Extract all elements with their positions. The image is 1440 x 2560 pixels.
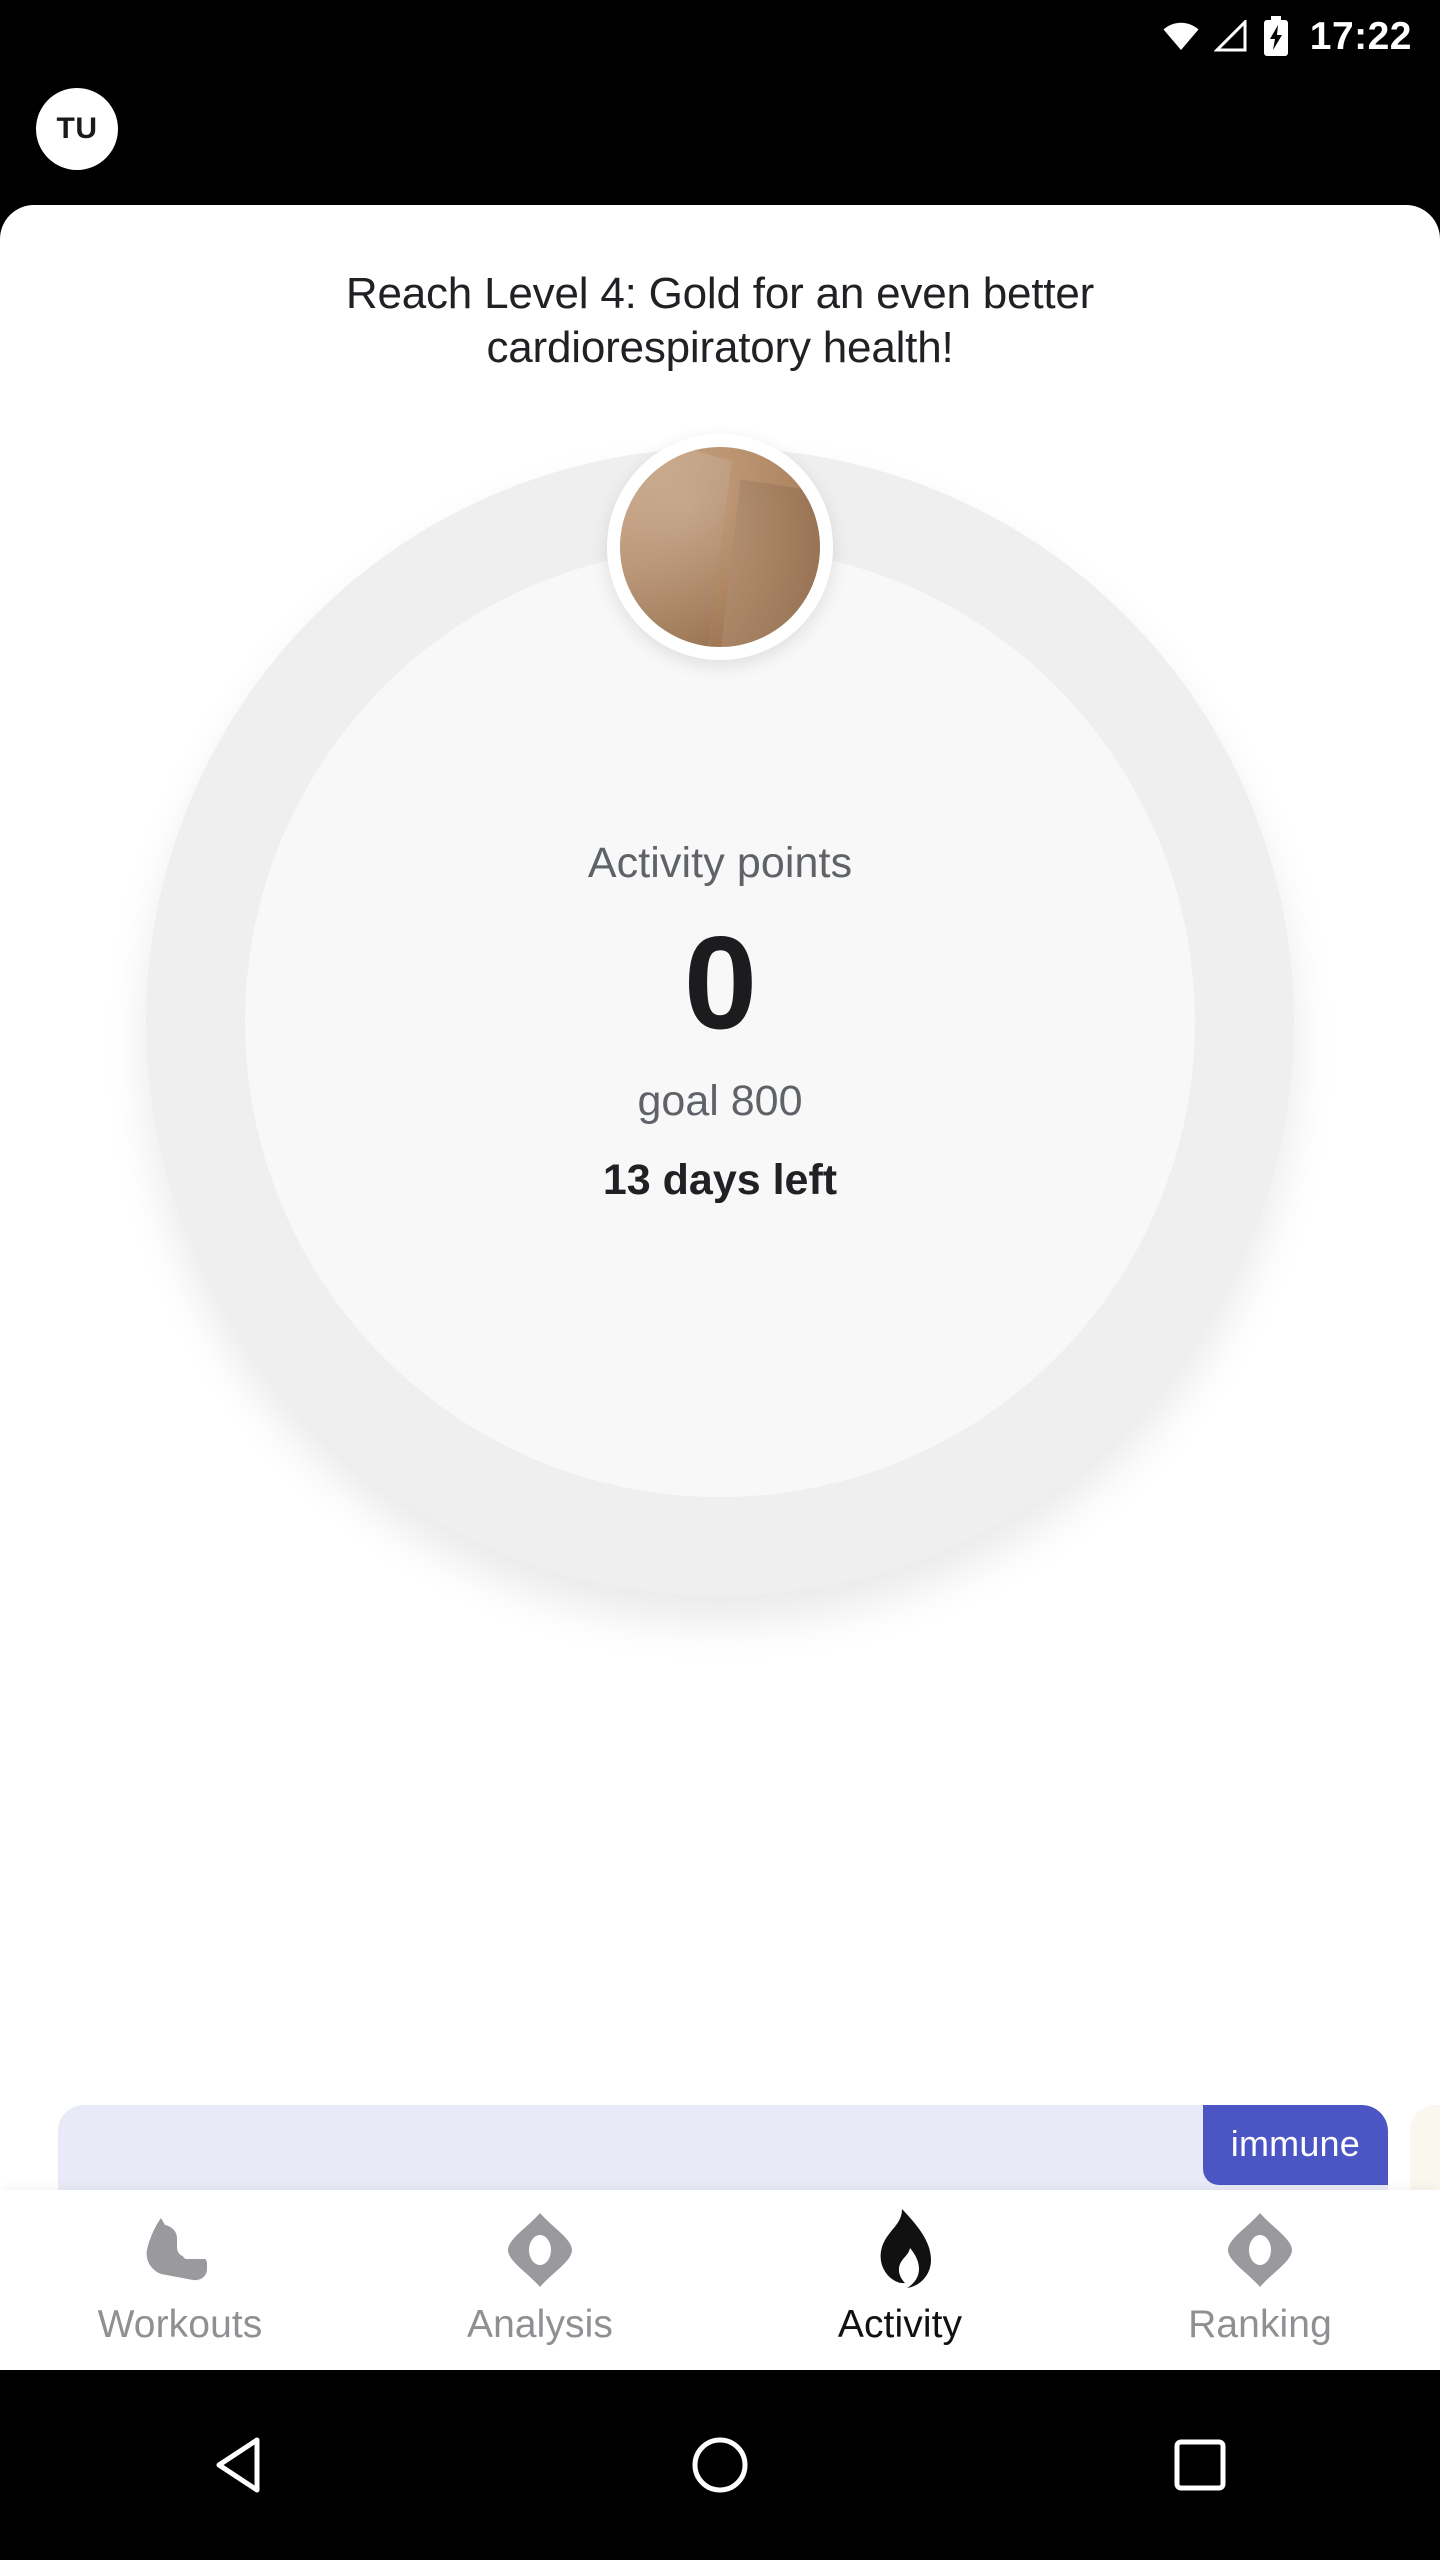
android-system-navigation (0, 2370, 1440, 2560)
promo-carousel: immune Boost your immunity The more you … (0, 2105, 1440, 2190)
activity-points-goal: goal 800 (637, 1077, 803, 1126)
status-bar: 17:22 TU (0, 0, 1440, 205)
gem-eye-icon (1226, 2213, 1294, 2287)
home-circle-icon[interactable] (660, 2405, 780, 2525)
recents-square-icon[interactable] (1140, 2405, 1260, 2525)
nav-item-activity[interactable]: Activity (720, 2190, 1080, 2370)
promo-card-next-peek[interactable] (1410, 2105, 1440, 2190)
nav-item-ranking[interactable]: Ranking (1080, 2190, 1440, 2370)
status-bar-clock: 17:22 (1309, 14, 1412, 58)
back-triangle-icon[interactable] (180, 2405, 300, 2525)
nav-label-analysis: Analysis (466, 2303, 614, 2346)
sneaker-icon (141, 2213, 219, 2287)
promo-card-immune[interactable]: immune Boost your immunity The more you … (58, 2105, 1388, 2190)
activity-ring-stats: Activity points 0 goal 800 13 days left (280, 840, 1160, 1206)
signal-icon (1213, 18, 1248, 52)
page-headline: Reach Level 4: Gold for an even better c… (345, 269, 1095, 372)
ring-avatar-badge[interactable] (607, 434, 833, 661)
activity-points-label: Activity points (587, 839, 853, 888)
status-badge: immune (1202, 2105, 1388, 2185)
status-bar-icons: 17:22 (1162, 10, 1412, 62)
nav-label-workouts: Workouts (97, 2303, 263, 2346)
gem-eye-icon (506, 2213, 574, 2287)
activity-ring-section: Activity points 0 goal 800 13 days left (0, 388, 1440, 1597)
wifi-icon (1162, 21, 1200, 51)
nav-item-analysis[interactable]: Analysis (360, 2190, 720, 2370)
avatar[interactable]: TU (36, 88, 118, 170)
flame-icon (869, 2209, 931, 2288)
main-content-sheet: Reach Level 4: Gold for an even better c… (0, 205, 1440, 2190)
avatar-initials: TU (56, 112, 98, 145)
battery-charging-icon (1262, 16, 1290, 56)
nav-label-activity: Activity (837, 2303, 963, 2346)
user-photo-icon (620, 447, 820, 648)
days-left-label: 13 days left (602, 1156, 838, 1205)
nav-label-ranking: Ranking (1188, 2303, 1332, 2346)
nav-item-workouts[interactable]: Workouts (0, 2190, 360, 2370)
activity-points-value: 0 (683, 909, 757, 1057)
bottom-navigation: Workouts Analysis Activity Ranking (0, 2190, 1440, 2370)
